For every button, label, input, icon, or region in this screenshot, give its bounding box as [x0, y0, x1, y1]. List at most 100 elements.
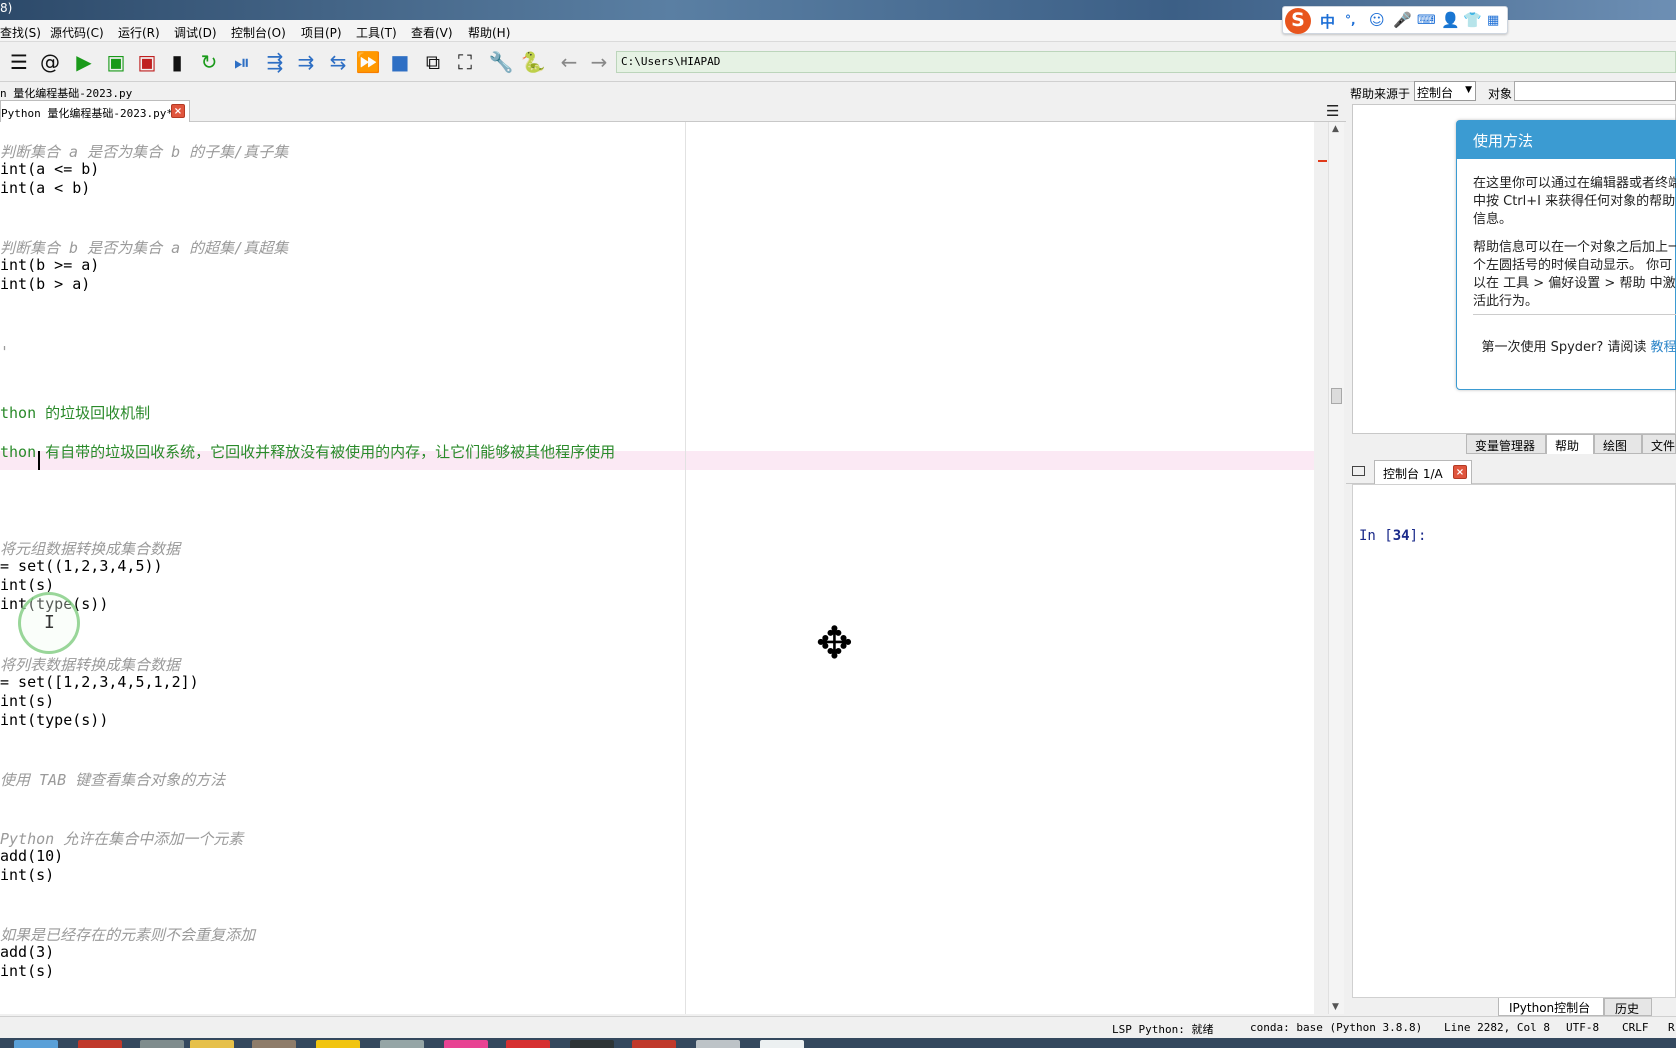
scroll-down-icon[interactable]: ▼: [1332, 1002, 1339, 1012]
editor-file-path: n 量化编程基础-2023.py: [0, 87, 133, 100]
taskbar-item[interactable]: [632, 1040, 676, 1048]
forward-arrow-icon[interactable]: →: [586, 49, 612, 75]
code-line: thon 的垃圾回收机制: [0, 404, 151, 422]
console-tab[interactable]: 控制台 1/A ×: [1374, 460, 1472, 484]
taskbar-item[interactable]: [190, 1040, 234, 1048]
rerun-icon[interactable]: ↻: [196, 49, 222, 75]
object-label: 对象: [1488, 87, 1513, 101]
ime-mode[interactable]: 中: [1320, 11, 1335, 32]
code-line: 判断集合 a 是否为集合 b 的子集/真子集: [0, 143, 289, 161]
run-cell-advance-icon[interactable]: ▣: [134, 49, 160, 75]
menu-search[interactable]: 查找(S): [0, 24, 41, 41]
keyboard-icon[interactable]: ⌨: [1417, 13, 1436, 28]
code-editor[interactable]: 判断集合 a 是否为集合 b 的子集/真子集 int(a <= b) int(a <…: [0, 122, 1314, 1014]
sogou-logo-icon[interactable]: S: [1285, 8, 1311, 34]
options-menu-icon[interactable]: ☰: [1326, 102, 1339, 120]
taskbar-item[interactable]: [140, 1040, 184, 1048]
working-directory-field[interactable]: C:\Users\HIAPAD: [616, 51, 1676, 73]
edge-line: [685, 122, 686, 1014]
list-icon[interactable]: ☰: [6, 49, 32, 75]
stop-icon[interactable]: ■: [387, 49, 413, 75]
skin-icon[interactable]: 👕: [1463, 11, 1482, 29]
step-into-icon[interactable]: ⇉: [293, 49, 319, 75]
run-selection-icon[interactable]: ▮: [164, 49, 190, 75]
fullscreen-icon[interactable]: ⛶: [452, 49, 478, 75]
help-source-select[interactable]: 控制台 ▼: [1414, 81, 1476, 101]
taskbar-item[interactable]: [696, 1040, 740, 1048]
code-line: int(b > a): [0, 275, 91, 293]
run-icon[interactable]: ▶: [71, 49, 97, 75]
step-icon[interactable]: ⇶: [262, 49, 288, 75]
menu-help[interactable]: 帮助(H): [468, 24, 510, 41]
folder-icon[interactable]: [1352, 466, 1365, 476]
spyder-window: 8) 查找(S) 源代码(C) 运行(R) 调试(D) 控制台(O) 项目(P)…: [0, 0, 1676, 1048]
menu-project[interactable]: 项目(P): [301, 24, 342, 41]
code-line: int(s): [0, 962, 55, 980]
ipython-console[interactable]: In [34]:: [1352, 484, 1676, 998]
step-return-icon[interactable]: ⇆: [325, 49, 351, 75]
editor-tab-active[interactable]: Python 量化编程基础-2023.py* ×: [0, 100, 190, 122]
scroll-thumb[interactable]: [1331, 388, 1342, 404]
editor-tab-label: Python 量化编程基础-2023.py*: [1, 107, 173, 120]
debug-icon[interactable]: ⏯: [229, 49, 255, 75]
help-source-value: 控制台: [1417, 86, 1454, 100]
wrench-icon[interactable]: 🔧: [488, 49, 514, 75]
ibeam-cursor-icon: I: [44, 612, 55, 633]
tab-history[interactable]: 历史: [1604, 998, 1652, 1016]
menu-view[interactable]: 查看(V): [411, 24, 453, 41]
editor-tab-bar: Python 量化编程基础-2023.py* ×: [0, 100, 1346, 122]
taskbar-item[interactable]: [14, 1040, 58, 1048]
back-arrow-icon[interactable]: ←: [556, 49, 582, 75]
grid-menu-icon[interactable]: ▦: [1487, 13, 1499, 28]
code-line: 如果是已经存在的元素则不会重复添加: [0, 926, 256, 944]
taskbar-item[interactable]: [316, 1040, 360, 1048]
close-tab-icon[interactable]: ×: [171, 104, 185, 118]
ime-toolbar[interactable]: S 中 °, ☺ 🎤 ⌨ 👤 👕 ▦: [1282, 6, 1508, 34]
taskbar-item[interactable]: [252, 1040, 296, 1048]
code-line: 将元组数据转换成集合数据: [0, 540, 181, 558]
menu-source[interactable]: 源代码(C): [50, 24, 104, 41]
menu-console[interactable]: 控制台(O): [231, 24, 286, 41]
continue-icon[interactable]: ⏩: [355, 49, 381, 75]
usage-separator: [1473, 314, 1676, 315]
tab-help[interactable]: 帮助: [1546, 434, 1594, 454]
help-toolbar: 帮助来源于 控制台 ▼ 对象: [1346, 80, 1676, 104]
taskbar-item[interactable]: [760, 1040, 804, 1048]
python-icon[interactable]: 🐍: [520, 49, 546, 75]
code-line: int(s): [0, 866, 55, 884]
taskbar-item[interactable]: [570, 1040, 614, 1048]
taskbar-item[interactable]: [380, 1040, 424, 1048]
move-cursor-icon: ✥: [816, 618, 853, 669]
menu-debug[interactable]: 调试(D): [174, 24, 217, 41]
microphone-icon[interactable]: 🎤: [1393, 11, 1412, 29]
tutorial-link[interactable]: 教程: [1651, 340, 1676, 355]
chevron-down-icon: ▼: [1465, 85, 1472, 95]
main-toolbar: ☰ @ ▶ ▣ ▣ ▮ ↻ ⏯ ⇶ ⇉ ⇆ ⏩ ■ ⧉ ⛶ 🔧 🐍 ← → C:…: [0, 42, 1676, 82]
ime-punct[interactable]: °,: [1345, 13, 1356, 27]
run-cell-icon[interactable]: ▣: [103, 49, 129, 75]
window-title: 8): [0, 1, 13, 15]
at-icon[interactable]: @: [37, 49, 63, 75]
close-console-icon[interactable]: ×: [1453, 465, 1467, 479]
taskbar-item[interactable]: [444, 1040, 488, 1048]
tab-files[interactable]: 文件: [1642, 434, 1676, 454]
code-line: = set([1,2,3,4,5,1,2]): [0, 673, 199, 691]
taskbar-item[interactable]: [78, 1040, 122, 1048]
object-input[interactable]: [1514, 81, 1676, 101]
tab-plots[interactable]: 绘图: [1594, 434, 1642, 454]
code-line: int(b >= a): [0, 256, 100, 274]
maximize-pane-icon[interactable]: ⧉: [420, 49, 446, 75]
usage-footer: 第一次使用 Spyder? 请阅读 教程: [1479, 339, 1676, 356]
user-icon[interactable]: 👤: [1441, 11, 1460, 29]
taskbar-item[interactable]: [506, 1040, 550, 1048]
menu-tools[interactable]: 工具(T): [356, 24, 397, 41]
code-line: 判断集合 b 是否为集合 a 的超集/真超集: [0, 239, 289, 257]
code-line: add(10): [0, 847, 64, 865]
scroll-up-icon[interactable]: ▲: [1332, 124, 1339, 134]
tab-ipython-console[interactable]: IPython控制台: [1498, 998, 1604, 1016]
menu-run[interactable]: 运行(R): [118, 24, 160, 41]
editor-scrollbar[interactable]: ▲ ▼: [1328, 122, 1344, 1014]
line-endings: CRLF: [1622, 1021, 1649, 1034]
emoji-icon[interactable]: ☺: [1369, 11, 1385, 29]
tab-variable-explorer[interactable]: 变量管理器: [1466, 434, 1546, 454]
